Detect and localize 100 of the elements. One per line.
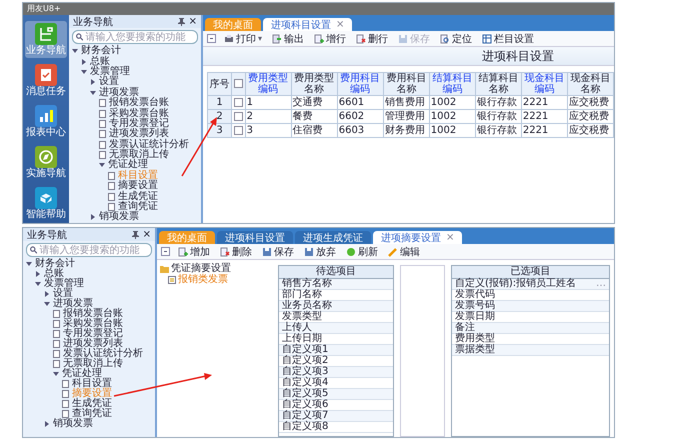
tree-item[interactable]: 凭证摘要设置	[171, 264, 231, 274]
close-button[interactable]: ×	[142, 230, 151, 240]
tree-item[interactable]: 销项发票	[53, 419, 93, 429]
caret-down-icon[interactable]	[53, 371, 59, 377]
toolbar-button[interactable]: 删除	[218, 244, 254, 258]
list-item[interactable]: 自定义项7	[279, 411, 394, 422]
tree-item[interactable]: 查询凭证	[72, 409, 112, 419]
toolbar-button[interactable]: 打印 ▾	[222, 32, 264, 46]
collapse-icon[interactable]	[207, 34, 216, 43]
rail-item[interactable]: 消息任务	[25, 62, 67, 99]
list-item[interactable]: 销售方名称	[279, 279, 394, 290]
toolbar-button[interactable]: 保存	[260, 244, 296, 258]
tree-item[interactable]: 财务会计	[35, 259, 75, 269]
list-item[interactable]: 自定义项5	[279, 389, 394, 400]
caret-right-icon[interactable]	[44, 291, 50, 297]
tree-item[interactable]: 报销发票台账	[63, 309, 123, 319]
table-cell: 2221	[521, 110, 568, 124]
tree-item[interactable]: 专用发票登记	[63, 329, 123, 339]
table-cell: 2221	[521, 124, 568, 138]
caret-down-icon[interactable]	[90, 90, 96, 96]
tab[interactable]: 进项科目设置 ×	[263, 18, 352, 31]
floppy-icon	[398, 34, 408, 44]
tree-item[interactable]: 销项发票	[99, 212, 139, 222]
caret-right-icon[interactable]	[90, 214, 96, 220]
tree-item[interactable]: 凭证处理	[62, 369, 102, 379]
search-field[interactable]: 请输入您要搜索的功能	[72, 30, 198, 44]
tree-item[interactable]: 无票取消上传	[63, 359, 123, 369]
tree-item[interactable]: 进项发票	[53, 299, 93, 309]
tree-item[interactable]: 发票认证统计分析	[63, 349, 143, 359]
caret-down-icon[interactable]	[26, 261, 32, 267]
tree-item[interactable]: 进项发票列表	[63, 339, 123, 349]
tree-item[interactable]: 进项发票列表	[109, 129, 169, 140]
tree-item[interactable]: 凭证处理	[108, 160, 148, 170]
rail-item[interactable]: 智能帮助	[25, 185, 67, 222]
caret-down-icon[interactable]	[81, 68, 87, 75]
toolbar-button[interactable]: 放弃	[302, 244, 338, 258]
list-item[interactable]: 备注	[455, 323, 475, 333]
toolbar-button[interactable]: 增行	[312, 32, 348, 46]
close-button[interactable]: ×	[188, 16, 197, 26]
column-header: 结算科目名称	[475, 72, 522, 96]
list-item[interactable]: 发票日期	[455, 312, 495, 322]
toolbar-button[interactable]: 栏目设置	[480, 32, 536, 46]
tree-item[interactable]: 科目设置	[72, 379, 112, 389]
toolbar-button[interactable]: 增加	[176, 244, 212, 258]
tree-item[interactable]: 查询凭证	[118, 202, 158, 212]
tab[interactable]: 进项生成凭证	[295, 231, 371, 244]
search-field[interactable]: 请输入您要搜索的功能	[26, 243, 152, 257]
select-all-checkbox[interactable]	[234, 79, 243, 88]
caret-down-icon[interactable]	[35, 281, 41, 287]
tree-item[interactable]: 总账	[44, 269, 64, 279]
caret-right-icon[interactable]	[35, 271, 41, 277]
list-item[interactable]: 上传人	[279, 323, 394, 334]
close-tab-button[interactable]: ×	[446, 232, 454, 243]
list-item[interactable]: 自定义项3	[279, 367, 394, 378]
list-item[interactable]: 发票代码	[455, 290, 495, 300]
plus-row-icon	[314, 34, 324, 44]
table-cell: 银行存款	[475, 124, 522, 138]
toolbar-button[interactable]: 刷新	[344, 244, 380, 258]
list-item[interactable]: 自定义项8	[279, 422, 394, 433]
tab[interactable]: 进项科目设置	[217, 231, 293, 244]
caret-down-icon[interactable]	[99, 162, 105, 168]
tree-item[interactable]: 生成凭证	[72, 399, 112, 409]
list-item[interactable]: 费用类型	[455, 334, 495, 344]
tree-item[interactable]: 设置	[99, 77, 119, 88]
tree-item[interactable]: 设置	[53, 289, 73, 299]
list-item[interactable]: 自定义(报销):报销员工姓名	[455, 279, 576, 289]
toolbar-button[interactable]: 定位	[438, 32, 474, 46]
pin-icon[interactable]	[132, 230, 139, 238]
tree-item[interactable]: 采购发票台账	[109, 108, 169, 119]
tree-item[interactable]: 发票管理	[44, 279, 84, 289]
list-item[interactable]: 自定义项1	[279, 345, 394, 356]
caret-down-icon[interactable]	[72, 48, 78, 54]
toolbar-button[interactable]: 输出	[270, 32, 306, 46]
rail-item[interactable]: 报表中心	[25, 103, 67, 140]
toolbar-button[interactable]: 删行	[354, 32, 390, 46]
tree-item[interactable]: 专用发票登记	[109, 118, 169, 129]
tree-item[interactable]: 采购发票台账	[63, 319, 123, 329]
caret-down-icon[interactable]	[44, 301, 50, 307]
tree-item[interactable]: 发票认证统计分析	[109, 140, 189, 150]
tree-item[interactable]: 摘要设置	[118, 181, 158, 192]
row-checkbox[interactable]	[234, 126, 243, 135]
tree-item[interactable]: 总账	[90, 56, 110, 67]
rail-item[interactable]: 实施导航	[25, 144, 67, 181]
caret-right-icon[interactable]	[44, 421, 50, 427]
list-item[interactable]: 业务员名称	[279, 301, 394, 312]
tree-item[interactable]: 财务会计	[81, 46, 121, 56]
tree-item[interactable]: 报销发票台账	[109, 98, 169, 108]
tree-item[interactable]: 发票管理	[90, 66, 130, 77]
caret-right-icon[interactable]	[90, 79, 96, 86]
tab[interactable]: 进项摘要设置 ×	[373, 231, 462, 244]
collapse-icon[interactable]	[161, 247, 170, 256]
row-checkbox[interactable]	[234, 112, 243, 121]
table-cell: 1	[245, 96, 292, 110]
tree-item[interactable]: 进项发票	[99, 88, 139, 98]
tree-item[interactable]: 生成凭证	[118, 192, 158, 202]
pin-icon[interactable]	[178, 18, 185, 26]
row-checkbox[interactable]	[234, 98, 243, 107]
toolbar-button[interactable]: 编辑	[386, 244, 422, 258]
caret-right-icon[interactable]	[81, 58, 87, 65]
close-tab-button[interactable]: ×	[336, 19, 344, 30]
